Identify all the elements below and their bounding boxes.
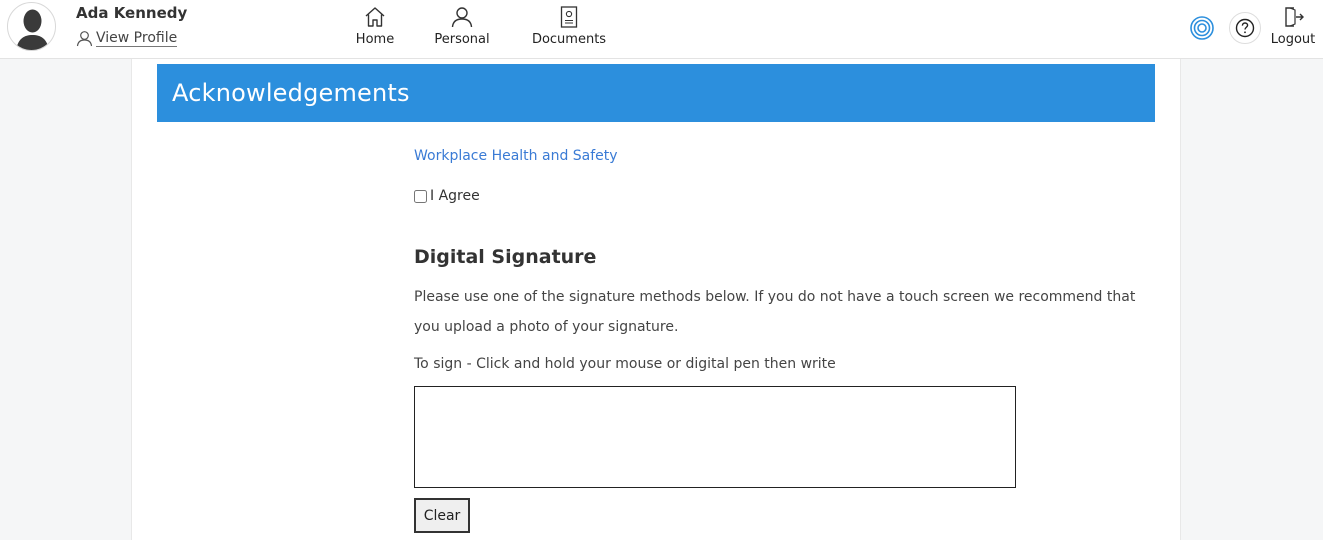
agree-row: I Agree [414, 188, 480, 204]
clear-button[interactable]: Clear [414, 498, 470, 533]
view-profile-link[interactable]: View Profile [76, 28, 178, 48]
page-title-bar: Acknowledgements [157, 64, 1155, 122]
nav-documents[interactable]: Documents [527, 5, 611, 47]
home-icon [365, 7, 385, 27]
signature-description: Please use one of the signature methods … [414, 289, 1136, 335]
nav-home-label: Home [355, 32, 395, 47]
avatar[interactable] [7, 2, 56, 51]
nav-personal-label: Personal [434, 32, 490, 47]
workplace-health-safety-link[interactable]: Workplace Health and Safety [414, 148, 618, 164]
target-icon [1190, 16, 1214, 40]
logout-button[interactable]: Logout [1268, 5, 1318, 47]
signature-heading: Digital Signature [414, 246, 597, 268]
user-silhouette-icon [16, 9, 49, 50]
logout-label: Logout [1270, 32, 1316, 47]
top-navigation-bar: Ada Kennedy View Profile Home Personal D… [0, 0, 1323, 59]
user-name: Ada Kennedy [76, 4, 188, 22]
document-icon [560, 6, 578, 28]
page-title: Acknowledgements [172, 79, 410, 107]
nav-personal[interactable]: Personal [431, 5, 493, 47]
help-icon [1235, 18, 1255, 38]
view-profile-label: View Profile [96, 29, 178, 47]
nav-home[interactable]: Home [352, 5, 398, 47]
nav-documents-label: Documents [531, 32, 607, 47]
person-outline-icon [76, 30, 93, 46]
person-icon [451, 7, 473, 28]
help-button[interactable] [1229, 12, 1261, 44]
target-button[interactable] [1189, 15, 1215, 41]
logout-icon [1285, 7, 1304, 27]
agree-label[interactable]: I Agree [430, 188, 480, 204]
signature-pad[interactable] [414, 386, 1016, 488]
signature-instruction: To sign - Click and hold your mouse or d… [414, 356, 836, 372]
agree-checkbox[interactable] [414, 189, 427, 203]
